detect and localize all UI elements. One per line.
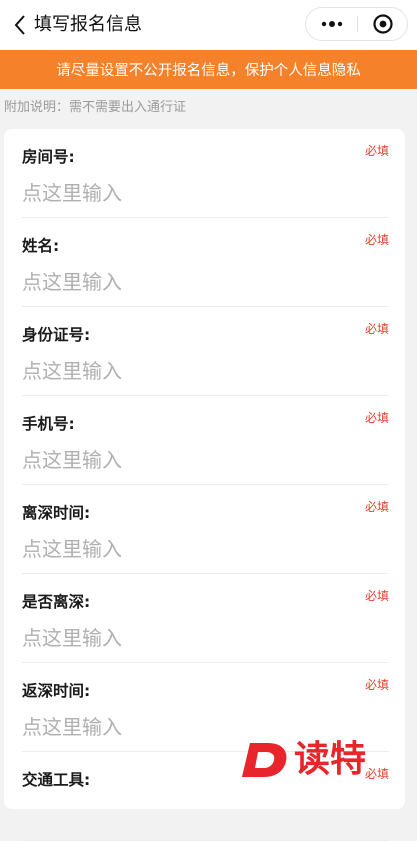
field-label: 姓名: — [22, 237, 60, 255]
name-input[interactable] — [22, 268, 362, 296]
leaving-shenzhen-input[interactable] — [22, 624, 362, 652]
nav-bar: 填写报名信息 — [0, 0, 417, 50]
field-label: 返深时间: — [22, 682, 91, 700]
mini-program-capsule — [305, 7, 408, 41]
field-label: 房间号: — [22, 148, 75, 166]
page-title: 填写报名信息 — [34, 14, 142, 35]
d-logo-icon — [242, 743, 287, 777]
more-button[interactable] — [306, 8, 357, 40]
form-card: 房间号: 必填 姓名: 必填 身份证号: 必填 手机号: 必填 离深时间: 必填… — [4, 129, 405, 841]
watermark-logo: 读特 — [240, 740, 366, 780]
field-name: 姓名: 必填 — [22, 218, 389, 307]
field-id-number: 身份证号: 必填 — [22, 307, 389, 396]
privacy-banner-text: 请尽量设置不公开报名信息，保护个人信息隐私 — [56, 63, 361, 79]
additional-note: 附加说明：需不需要出入通行证 — [4, 100, 187, 115]
room-number-input[interactable] — [22, 179, 362, 207]
required-tag: 必填 — [364, 767, 389, 781]
required-tag: 必填 — [364, 678, 389, 692]
privacy-banner: 请尽量设置不公开报名信息，保护个人信息隐私 — [0, 50, 417, 89]
field-departure-time: 离深时间: 必填 — [22, 485, 389, 574]
close-button[interactable] — [358, 8, 407, 40]
field-phone: 手机号: 必填 — [22, 396, 389, 485]
field-label: 离深时间: — [22, 504, 91, 522]
field-label: 身份证号: — [22, 326, 91, 344]
back-button[interactable] — [8, 11, 32, 39]
field-label: 手机号: — [22, 415, 75, 433]
required-tag: 必填 — [364, 233, 389, 247]
id-number-input[interactable] — [22, 357, 362, 385]
field-label: 交通工具: — [22, 771, 91, 789]
more-dots-icon — [321, 21, 342, 27]
departure-time-input[interactable] — [22, 535, 362, 563]
return-time-input[interactable] — [22, 713, 362, 741]
required-tag: 必填 — [364, 144, 389, 158]
watermark-text: 读特 — [294, 739, 367, 780]
target-close-icon — [372, 14, 393, 34]
required-tag: 必填 — [364, 589, 389, 603]
required-tag: 必填 — [364, 322, 389, 336]
field-leaving-shenzhen: 是否离深: 必填 — [22, 574, 389, 663]
field-room-number: 房间号: 必填 — [22, 129, 389, 218]
field-label: 是否离深: — [22, 593, 91, 611]
chevron-left-icon — [14, 15, 25, 35]
phone-input[interactable] — [22, 446, 362, 474]
required-tag: 必填 — [364, 411, 389, 425]
required-tag: 必填 — [364, 500, 389, 514]
